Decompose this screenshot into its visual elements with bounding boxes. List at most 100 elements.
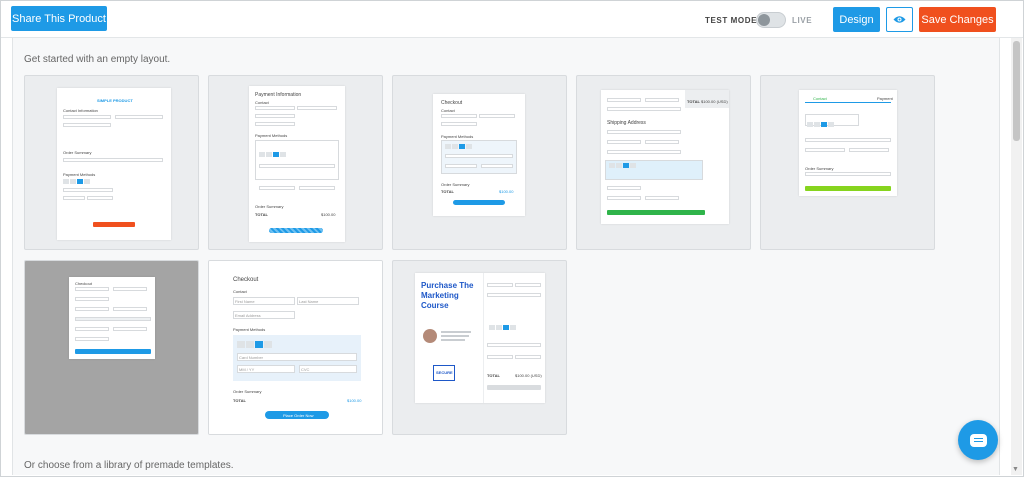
- layout-preview: Checkout Contact First Name Last Name Em…: [209, 261, 382, 434]
- preview-field-text: Email Address: [235, 313, 261, 318]
- preview-field-text: Card Number: [239, 355, 264, 360]
- preview-total-value: $100.00 (USD): [515, 373, 542, 378]
- preview-pay-label: Payment Methods: [441, 134, 474, 139]
- preview-field: [75, 287, 109, 291]
- preview-field: [607, 150, 681, 154]
- preview-progress-line: [805, 102, 891, 103]
- layout-card-1[interactable]: SIMPLE PRODUCT Contact Information Order…: [24, 75, 199, 250]
- preview-order-button: [805, 186, 891, 191]
- preview-title: Checkout: [75, 281, 92, 286]
- preview-total-label: TOTAL: [255, 212, 268, 217]
- preview-field: [75, 317, 151, 321]
- preview-pay-label: Payment Methods: [255, 133, 288, 138]
- preview-title: SIMPLE PRODUCT: [97, 98, 133, 103]
- preview-field-text: First Name: [235, 299, 255, 304]
- preview-field: [63, 158, 163, 162]
- preview-field: [299, 186, 335, 190]
- preview-field: [645, 196, 679, 200]
- preview-step-1: Contact: [813, 96, 827, 101]
- preview-pay-label: Payment Methods: [63, 172, 96, 177]
- live-label: LIVE: [792, 16, 813, 25]
- preview-subtitle: Contact: [441, 108, 455, 113]
- layout-preview: TOTAL $100.00 (USD) Shipping Address: [601, 90, 729, 224]
- preview-field: [445, 154, 513, 158]
- preview-field: [607, 140, 641, 144]
- preview-subtitle: Contact: [233, 289, 247, 294]
- preview-field: [63, 196, 85, 200]
- preview-step-2: Payment: [877, 96, 893, 101]
- preview-total-value: $100.00: [347, 398, 362, 403]
- payment-method-icons: [609, 163, 636, 168]
- preview-title: Checkout: [233, 277, 259, 283]
- layout-card-2[interactable]: Payment Information Contact Payment Meth…: [208, 75, 383, 250]
- layout-card-8[interactable]: Purchase The Marketing Course SECURE TOT…: [392, 260, 567, 435]
- save-changes-button[interactable]: Save Changes: [919, 7, 996, 32]
- layout-preview: Checkout Contact Payment Methods Order S…: [433, 94, 525, 216]
- preview-field: [487, 355, 513, 359]
- preview-total-value: $100.00: [499, 189, 514, 194]
- preview-button[interactable]: [886, 7, 913, 32]
- preview-field: [515, 283, 541, 287]
- design-button[interactable]: Design: [833, 7, 880, 32]
- preview-field: [87, 196, 113, 200]
- preview-field-text: Last Name: [299, 299, 319, 304]
- preview-text-line: [441, 331, 471, 333]
- preview-field: [75, 307, 109, 311]
- preview-summary: Order Summary: [255, 204, 284, 209]
- layout-card-4[interactable]: TOTAL $100.00 (USD) Shipping Address: [576, 75, 751, 250]
- payment-method-icons: [489, 325, 516, 330]
- preview-field: [805, 172, 891, 176]
- preview-order-button: [453, 200, 505, 205]
- preview-order-button: [269, 228, 323, 233]
- payment-method-icons: [237, 341, 272, 348]
- preview-field: [63, 123, 111, 127]
- preview-text-line: [441, 339, 465, 341]
- preview-order-button: [487, 385, 541, 390]
- preview-order-button: [607, 210, 705, 215]
- preview-field: [607, 98, 641, 102]
- preview-field: [607, 186, 641, 190]
- preview-pay-label: Payment Methods: [233, 327, 266, 332]
- preview-title: Checkout: [441, 100, 463, 106]
- preview-order-button: [75, 349, 151, 354]
- vertical-scrollbar[interactable]: ▼: [1011, 38, 1022, 475]
- templates-text: Or choose from a library of premade temp…: [24, 460, 234, 471]
- layout-card-5[interactable]: Contact Payment Order Summary: [760, 75, 935, 250]
- layout-card-7[interactable]: Checkout Contact First Name Last Name Em…: [208, 260, 383, 435]
- preview-field: [645, 140, 679, 144]
- mode-toggle[interactable]: [756, 12, 786, 28]
- layout-preview: Checkout: [69, 277, 155, 359]
- layout-card-3[interactable]: Checkout Contact Payment Methods Order S…: [392, 75, 567, 250]
- layout-card-6[interactable]: Checkout: [24, 260, 199, 435]
- preview-field: [607, 107, 681, 111]
- preview-field: [607, 130, 681, 134]
- preview-summary: Order Summary: [63, 150, 92, 155]
- payment-method-icons: [259, 152, 286, 157]
- intro-text: Get started with an empty layout.: [24, 54, 171, 65]
- preview-field: [259, 186, 295, 190]
- avatar: [423, 329, 437, 343]
- layout-preview: Payment Information Contact Payment Meth…: [249, 86, 345, 242]
- preview-total-label: TOTAL: [441, 189, 454, 194]
- share-product-button[interactable]: Share This Product: [11, 6, 107, 31]
- preview-field: [487, 343, 541, 347]
- preview-order-button: [93, 222, 135, 227]
- preview-field: [259, 164, 335, 168]
- preview-summary: Order Summary: [805, 166, 834, 171]
- scroll-thumb[interactable]: [1013, 41, 1020, 141]
- preview-total-label: TOTAL: [233, 398, 246, 403]
- preview-total-label: TOTAL: [487, 373, 500, 378]
- preview-field: [113, 287, 147, 291]
- preview-total-value: $100.00: [321, 212, 336, 217]
- preview-field: [113, 327, 147, 331]
- secure-badge-text: SECURE: [436, 370, 453, 375]
- preview-field: [515, 355, 541, 359]
- preview-field: [481, 164, 513, 168]
- preview-headline: Purchase The Marketing Course: [421, 281, 474, 310]
- preview-field: [805, 148, 845, 152]
- scroll-down-icon[interactable]: ▼: [1012, 466, 1019, 473]
- layout-preview: Purchase The Marketing Course SECURE TOT…: [415, 273, 545, 403]
- chat-button[interactable]: [958, 420, 998, 460]
- eye-icon: [893, 16, 906, 23]
- preview-field: [487, 293, 541, 297]
